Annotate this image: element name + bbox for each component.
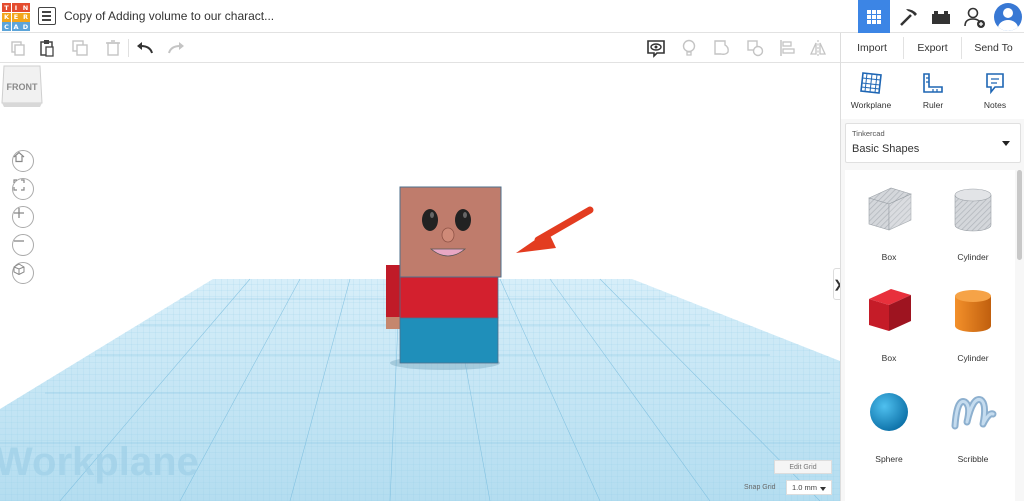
logo-letter: N bbox=[21, 3, 30, 12]
shape-tile-cylinder[interactable]: Cylinder bbox=[933, 271, 1013, 371]
notes-tool[interactable]: Notes bbox=[967, 71, 1023, 110]
ruler-tool[interactable]: Ruler bbox=[905, 71, 961, 110]
snap-grid-select[interactable]: 1.0 mm bbox=[786, 480, 832, 495]
library-source: Tinkercad bbox=[852, 129, 885, 138]
pants-shape[interactable] bbox=[399, 316, 499, 364]
shape-tile-sphere[interactable]: Sphere bbox=[849, 372, 929, 472]
scribble-icon bbox=[951, 396, 997, 430]
ruler-icon bbox=[923, 73, 943, 93]
edit-grid-button[interactable]: Edit Grid bbox=[774, 460, 832, 474]
logo-letter: K bbox=[2, 12, 11, 22]
tinkercad-app: T I N K E R C A D Copy of Adding volume … bbox=[0, 0, 1024, 501]
perspective-icon[interactable] bbox=[12, 262, 34, 284]
logo-letter: I bbox=[11, 3, 21, 12]
shape-label: Cylinder bbox=[957, 353, 989, 363]
project-title[interactable]: Copy of Adding volume to our charact... bbox=[64, 9, 274, 23]
notes-label: Notes bbox=[983, 100, 1007, 110]
3d-viewport[interactable]: Workplane FRONT Edit Grid Snap Grid 1.0 … bbox=[0, 63, 840, 501]
undo-icon[interactable] bbox=[135, 38, 155, 58]
logo-letter: E bbox=[11, 12, 21, 22]
workplane-watermark: Workplane bbox=[0, 440, 199, 484]
codeblocks-pickaxe-icon[interactable] bbox=[894, 0, 924, 33]
export-button[interactable]: Export bbox=[903, 37, 961, 59]
sphere-icon bbox=[870, 393, 908, 431]
shape-label: Scribble bbox=[957, 454, 989, 464]
nose[interactable] bbox=[441, 227, 455, 243]
dropdown-caret-icon bbox=[1002, 141, 1010, 146]
home-view-icon[interactable] bbox=[12, 150, 34, 172]
arrow-annotation bbox=[516, 206, 594, 253]
shape-label: Box bbox=[881, 353, 897, 363]
duplicate-icon[interactable] bbox=[70, 38, 90, 58]
right-panel: Import Export Send To Workplane Ruler No… bbox=[840, 33, 1024, 501]
copy-icon[interactable] bbox=[8, 38, 28, 58]
bricks-icon[interactable] bbox=[926, 0, 956, 33]
light-bulb-icon[interactable] bbox=[679, 38, 699, 58]
shape-tile-cylinder-hole[interactable]: Cylinder bbox=[933, 170, 1013, 270]
group-icon[interactable] bbox=[712, 38, 732, 58]
logo-letter: R bbox=[21, 12, 30, 22]
show-all-icon[interactable] bbox=[646, 38, 666, 58]
library-name: Basic Shapes bbox=[852, 143, 920, 155]
user-avatar-icon[interactable] bbox=[991, 0, 1024, 33]
hole-box-icon bbox=[868, 187, 912, 231]
logo-letter: D bbox=[21, 22, 30, 31]
redo-icon[interactable] bbox=[166, 38, 186, 58]
shape-library-select[interactable]: Tinkercad Basic Shapes bbox=[845, 123, 1021, 163]
shape-label: Sphere bbox=[875, 454, 903, 464]
view-cube[interactable]: FRONT bbox=[0, 63, 43, 107]
align-icon[interactable] bbox=[777, 38, 797, 58]
shirt-shape[interactable] bbox=[399, 275, 499, 319]
shapes-scrollbar[interactable] bbox=[1017, 170, 1022, 260]
viewcube-face-label: FRONT bbox=[7, 82, 38, 92]
workplane-label: Workplane bbox=[850, 100, 892, 110]
logo-letter: T bbox=[2, 3, 11, 12]
ruler-label: Ruler bbox=[922, 100, 944, 110]
shape-tile-box[interactable]: Box bbox=[849, 271, 929, 371]
designs-list-icon[interactable] bbox=[38, 7, 56, 25]
shape-label: Box bbox=[881, 252, 897, 262]
snap-grid-label: Snap Grid bbox=[744, 484, 776, 491]
send-to-button[interactable]: Send To bbox=[961, 37, 1024, 59]
hole-cylinder-icon bbox=[954, 188, 992, 232]
box-icon bbox=[869, 289, 911, 331]
import-button[interactable]: Import bbox=[841, 37, 903, 59]
invite-user-icon[interactable] bbox=[960, 0, 990, 33]
ungroup-icon[interactable] bbox=[745, 38, 765, 58]
edit-toolbar bbox=[0, 33, 840, 63]
shape-tile-scribble[interactable]: Scribble bbox=[933, 372, 1013, 472]
notes-icon bbox=[986, 73, 1004, 95]
paste-icon[interactable] bbox=[37, 38, 57, 58]
3d-view-grid-icon[interactable] bbox=[858, 0, 890, 33]
mirror-icon[interactable] bbox=[808, 38, 828, 58]
cylinder-icon bbox=[955, 290, 991, 332]
tinkercad-logo[interactable]: T I N K E R C A D bbox=[2, 3, 30, 31]
workplane-scene: Workplane bbox=[0, 186, 840, 501]
zoom-out-icon[interactable] bbox=[12, 234, 34, 256]
workplane-icon bbox=[860, 72, 882, 94]
fit-all-icon[interactable] bbox=[12, 178, 34, 200]
logo-letter: A bbox=[11, 22, 21, 31]
workplane-tool[interactable]: Workplane bbox=[843, 71, 899, 110]
delete-icon[interactable] bbox=[103, 38, 123, 58]
shapes-grid: Box Cylinder Box Cylinder Sphere Scribbl… bbox=[845, 170, 1015, 501]
top-bar: T I N K E R C A D Copy of Adding volume … bbox=[0, 0, 1024, 33]
tools-row: Workplane Ruler Notes bbox=[841, 63, 1024, 119]
zoom-in-icon[interactable] bbox=[12, 206, 34, 228]
logo-letter: C bbox=[2, 22, 11, 31]
shape-tile-box-hole[interactable]: Box bbox=[849, 170, 929, 270]
import-export-bar: Import Export Send To bbox=[841, 33, 1024, 63]
left-eye[interactable] bbox=[422, 209, 438, 231]
shape-label: Cylinder bbox=[957, 252, 989, 262]
right-eye[interactable] bbox=[455, 209, 471, 231]
